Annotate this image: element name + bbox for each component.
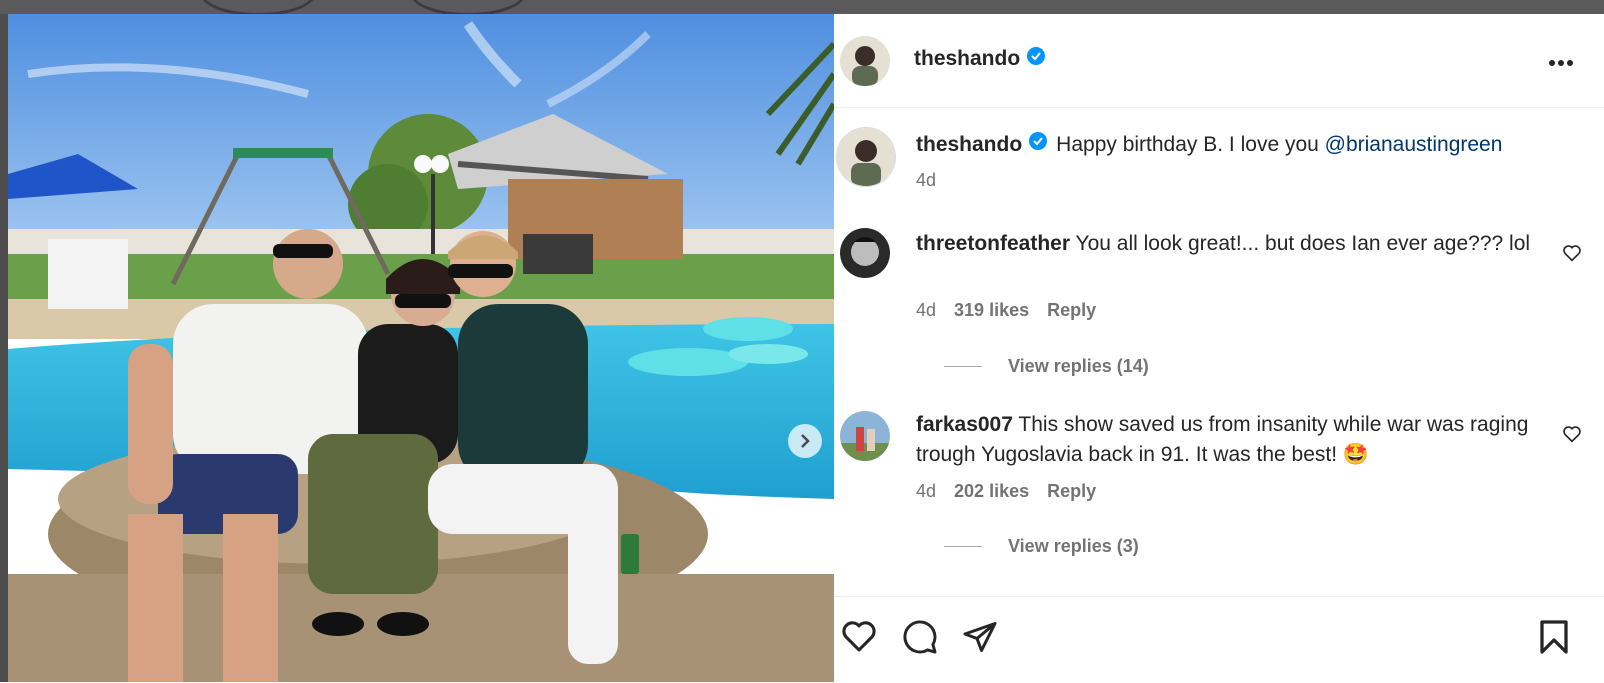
author-username[interactable]: theshando [914,47,1020,71]
post-details-panel: theshando theshando Happy birthday B. I l… [834,14,1604,682]
more-options-button[interactable] [1548,54,1574,72]
save-button[interactable] [1538,619,1570,660]
like-comment-button[interactable] [1562,244,1582,267]
bookmark-icon [1538,620,1570,659]
next-photo-button[interactable] [788,424,822,458]
action-bar [834,596,1604,683]
author-name-row: theshando [914,46,1046,71]
view-replies-line [944,366,982,367]
comment-button[interactable] [902,619,938,660]
like-comment-button[interactable] [1562,425,1582,448]
left-edge [0,14,8,682]
heart-icon [1562,426,1582,447]
heart-icon [840,621,878,657]
comment-meta: 4d 202 likes Reply [916,481,1114,502]
caption-username[interactable]: theshando [916,133,1022,156]
comment-text: farkas007 This show saved us from insani… [916,410,1536,470]
browser-top-strip [0,0,1604,16]
verified-badge-icon [1028,130,1048,160]
comment-time[interactable]: 4d [916,481,936,501]
view-replies-label: View replies (3) [1008,536,1139,556]
view-replies-line [944,546,982,547]
comment-reply-button[interactable]: Reply [1047,481,1096,501]
comment-emoji: 🤩 [1342,443,1370,466]
share-button[interactable] [962,619,998,660]
comment-likes[interactable]: 319 likes [954,300,1029,320]
heart-icon [1562,245,1582,266]
verified-badge-icon [1026,46,1046,71]
author-avatar[interactable] [840,36,890,86]
caption-avatar[interactable] [836,127,896,187]
post-photo[interactable] [8,14,834,682]
like-button[interactable] [840,619,878,658]
commenter-avatar[interactable] [840,228,890,278]
caption-text: theshando Happy birthday B. I love you @b… [916,130,1576,160]
view-replies-label: View replies (14) [1008,356,1149,376]
comment-body: You all look great!... but does Ian ever… [1075,232,1531,255]
commenter-avatar[interactable] [840,411,890,461]
comment-reply-button[interactable]: Reply [1047,300,1096,320]
comment-meta: 4d 319 likes Reply [916,300,1114,321]
photo-illustration [8,14,834,682]
more-horizontal-icon [1548,54,1574,71]
caption-time[interactable]: 4d [916,170,936,190]
view-replies-button[interactable]: View replies (14) [944,356,1149,377]
comment-time[interactable]: 4d [916,300,936,320]
chevron-right-icon [797,433,813,449]
comment-username[interactable]: threetonfeather [916,232,1070,255]
caption-body: Happy birthday B. I love you [1056,133,1325,156]
comment-likes[interactable]: 202 likes [954,481,1029,501]
caption-mention-link[interactable]: @brianaustingreen [1325,133,1503,156]
comment-username[interactable]: farkas007 [916,413,1013,436]
caption-meta: 4d [916,170,954,191]
view-replies-button[interactable]: View replies (3) [944,536,1139,557]
comment-text: threetonfeather You all look great!... b… [916,229,1536,259]
share-icon [962,622,998,659]
comment-icon [902,620,938,659]
post-header: theshando [834,14,1604,108]
